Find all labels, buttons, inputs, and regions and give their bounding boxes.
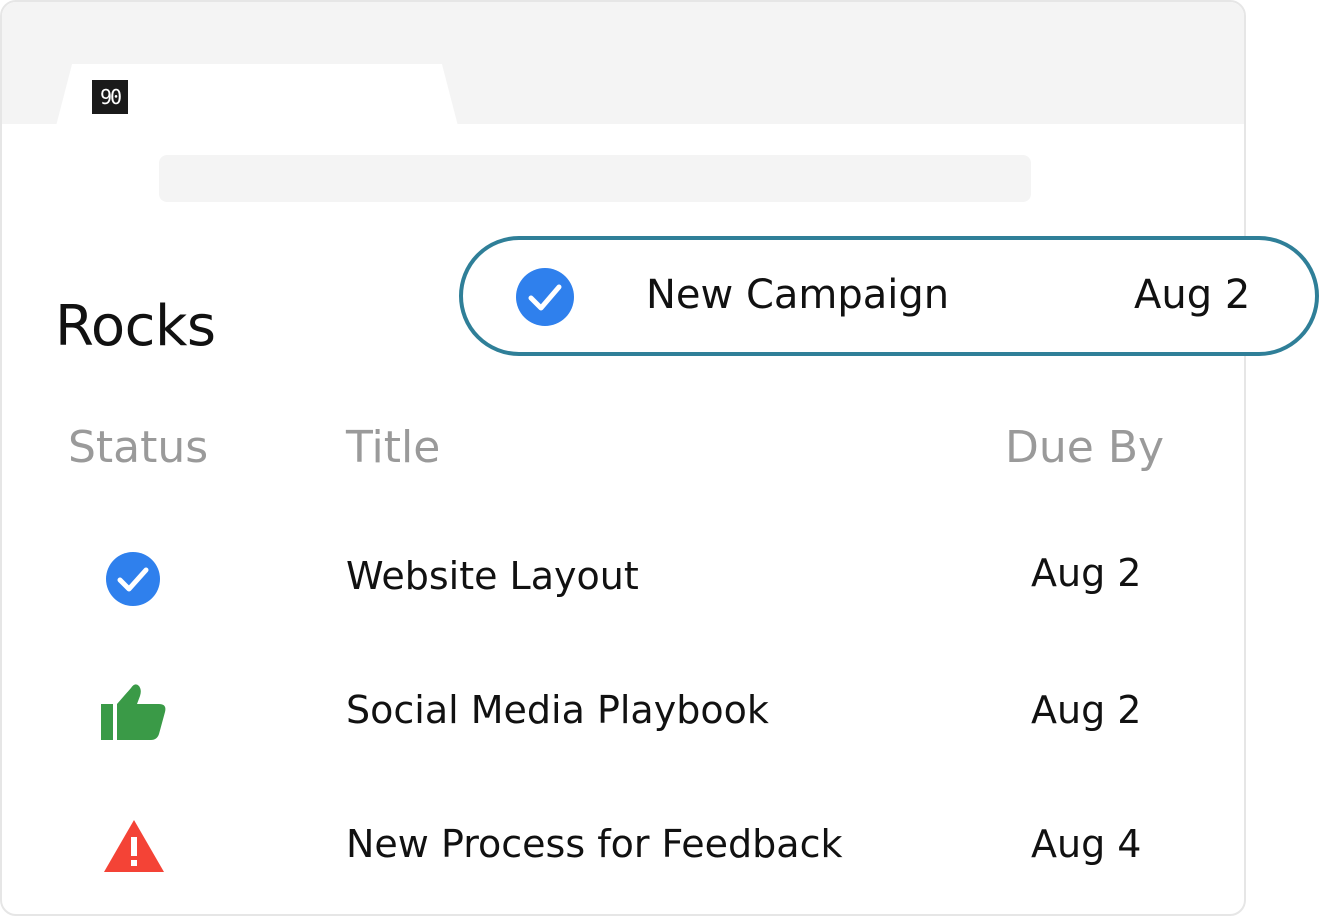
row-due-date: Aug 2 [1031, 551, 1142, 595]
row-title[interactable]: New Process for Feedback [346, 822, 843, 866]
browser-window: 90 Rocks Status Title Due By Website Lay… [0, 0, 1246, 916]
row-due-date: Aug 2 [1031, 688, 1142, 732]
app-logo: 90 [92, 80, 128, 114]
warning-triangle-icon [104, 820, 164, 872]
highlighted-rock-due-date: Aug 2 [1134, 272, 1251, 318]
thumbs-up-icon [101, 682, 167, 742]
check-circle-icon [106, 552, 160, 606]
address-bar[interactable] [159, 155, 1031, 202]
column-header-status: Status [68, 422, 209, 473]
check-circle-icon [516, 268, 574, 326]
page-title: Rocks [55, 294, 216, 359]
column-header-due: Due By [1005, 422, 1165, 473]
highlighted-rock-title: New Campaign [646, 272, 950, 318]
row-title[interactable]: Website Layout [346, 554, 639, 598]
row-due-date: Aug 4 [1031, 822, 1142, 866]
column-header-title: Title [346, 422, 441, 473]
row-title[interactable]: Social Media Playbook [346, 688, 769, 732]
